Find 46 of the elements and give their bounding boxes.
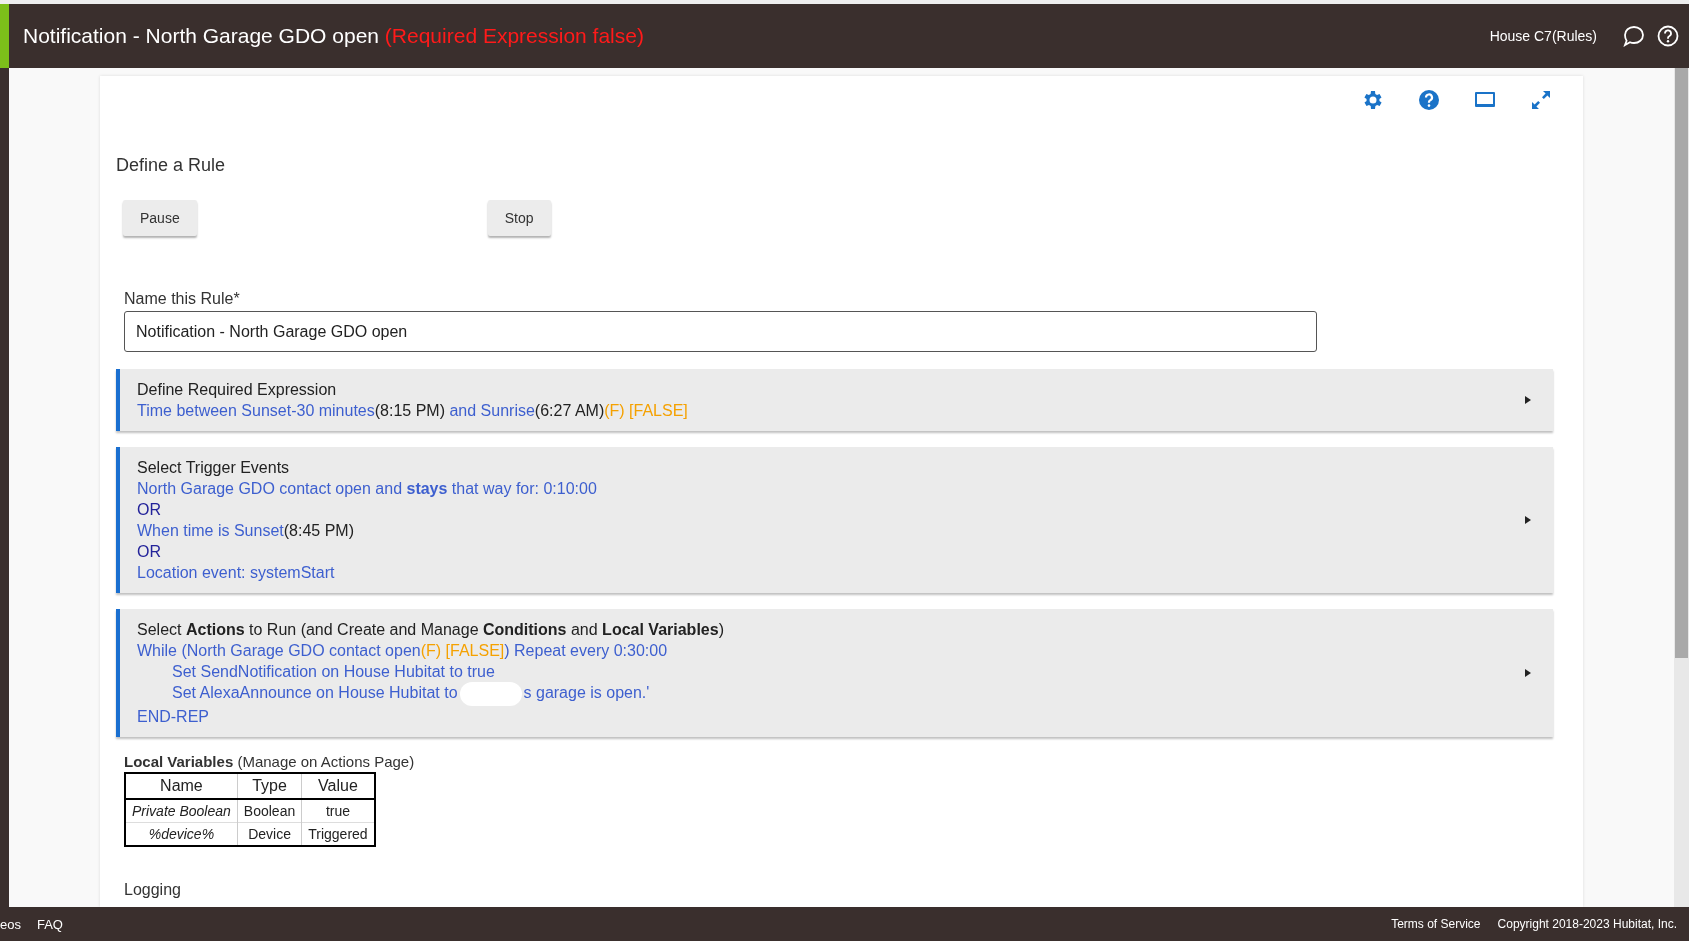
table-cell: %device%	[125, 822, 238, 846]
section-title: Define Required Expression	[137, 381, 337, 398]
rule-line[interactable]: While (North Garage GDO contact open(F) [FALSE]) Repeat every 0:30:00	[137, 642, 668, 659]
expand-arrows-icon[interactable]	[1529, 88, 1553, 112]
rule-line[interactable]: Set SendNotification on House Hubitat to true	[172, 663, 495, 680]
expand-triangle-icon	[1525, 669, 1531, 677]
rule-name-field[interactable]: Notification - North Garage GDO open	[124, 311, 1317, 352]
expand-triangle-icon	[1525, 396, 1531, 404]
rule-section-panel[interactable]	[116, 609, 1553, 737]
column-header: Name	[125, 773, 238, 799]
scrollbar[interactable]	[1674, 68, 1689, 907]
rule-line[interactable]: North Garage GDO contact open and stays that way for: 0:10:00	[137, 480, 597, 497]
page-title: Define a Rule	[116, 155, 227, 176]
rule-line[interactable]: Location event: systemStart	[137, 564, 335, 581]
variables-title: Local Variables (Manage on Actions Page)	[124, 753, 416, 770]
column-header: Type	[237, 773, 302, 799]
copyright-text: Copyright 2018-2023 Hubitat, Inc.	[1497, 917, 1677, 931]
table-cell: Boolean	[237, 799, 302, 823]
rule-line[interactable]: Time between Sunset-30 minutes(8:15 PM) and Sunrise(6:27 AM)(F) [FALSE]	[137, 402, 688, 419]
rule-section-panel[interactable]: Define Required Expression Time between Sunset-30 minutes(8:15 PM) and Sunrise(6:27 AM)(F) [FALSE]	[116, 369, 1553, 431]
rule-action-button[interactable]: Stop	[487, 200, 551, 236]
footer-link[interactable]: eos	[0, 916, 21, 932]
section-title: Select Trigger Events	[137, 459, 290, 476]
footer-link[interactable]: FAQ	[36, 916, 63, 932]
chat-bubble-icon[interactable]	[1623, 25, 1645, 47]
table-cell: true	[301, 799, 375, 823]
table-cell: Device	[237, 822, 302, 846]
rule-text: Set AlexaAnnounce on House Hubitat to	[172, 684, 458, 702]
help-icon[interactable]	[1657, 25, 1679, 47]
rule-line[interactable]: When time is Sunset(8:45 PM)	[137, 522, 354, 539]
window-title: Notification - North Garage GDO open (Required Expression false)	[23, 24, 644, 48]
rule-text: s garage is open.'	[523, 684, 650, 702]
hub-name: House C7(Rules)	[1489, 28, 1597, 44]
field-label: Name this Rule*	[124, 290, 241, 308]
section-heading: Logging	[124, 881, 182, 899]
rule-section-panel[interactable]: Select Trigger Events North Garage GDO contact open and stays that way for: 0:10:00 OR When time is Sunset(8:45 PM) OR Location event: systemStart	[116, 447, 1553, 593]
section-title: Select Actions to Run (and Create and Manage Conditions and Local Variables)	[137, 621, 724, 638]
footer-link[interactable]: Terms of Service	[1391, 917, 1481, 931]
rule-action-button[interactable]: Pause	[123, 200, 197, 236]
column-header: Value	[301, 773, 375, 799]
expand-triangle-icon	[1525, 516, 1531, 524]
rule-line[interactable]: OR	[137, 501, 161, 518]
rule-line[interactable]: OR	[137, 543, 161, 560]
table-cell: Triggered	[301, 822, 375, 846]
rule-line[interactable]: END-REP	[137, 708, 209, 725]
table-cell: Private Boolean	[125, 799, 238, 823]
